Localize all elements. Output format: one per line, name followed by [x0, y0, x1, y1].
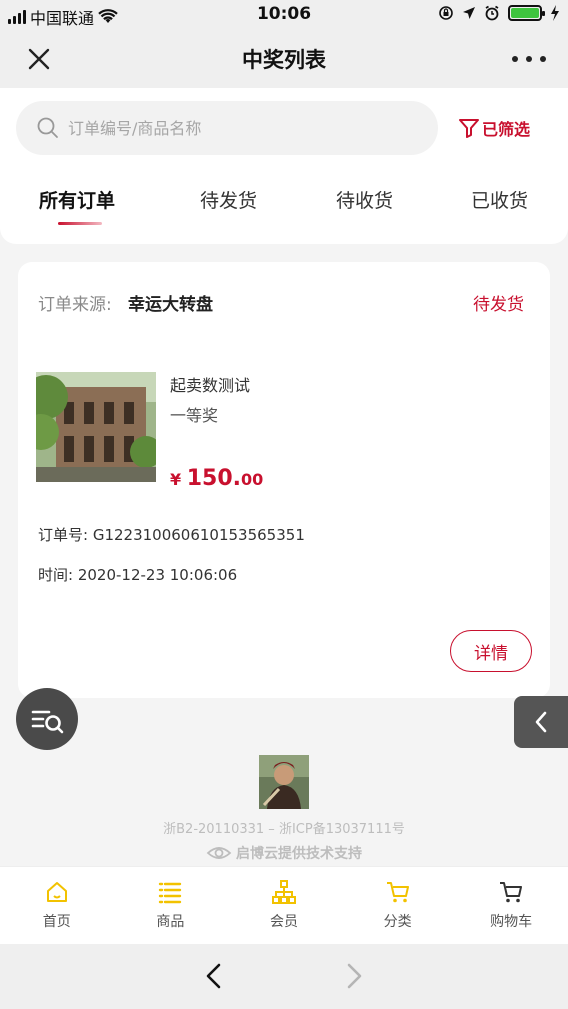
- order-status: 待发货: [473, 295, 524, 315]
- order-source-label: 订单来源:: [38, 295, 112, 315]
- tabbar-item-cart[interactable]: 购物车: [454, 867, 568, 944]
- filter-icon: [459, 119, 479, 138]
- status-bar: 中国联通 10:06: [0, 0, 568, 30]
- tabbar-label-products: 商品: [156, 914, 185, 930]
- page-title: 中奖列表: [242, 48, 326, 72]
- tabbar-label-member: 会员: [269, 914, 298, 930]
- tab-pending-receipt[interactable]: 待收货: [336, 186, 393, 213]
- home-icon: [46, 882, 67, 902]
- tabbar-label-category: 分类: [383, 914, 412, 930]
- tab-all-orders[interactable]: 所有订单: [39, 186, 115, 213]
- product-thumbnail[interactable]: [36, 372, 156, 482]
- cart-icon: [500, 882, 523, 903]
- product-price: ¥ 150.00: [170, 466, 263, 491]
- side-collapse-button[interactable]: [514, 696, 568, 748]
- tab-pending-shipment[interactable]: 待发货: [200, 186, 257, 213]
- prize-level: 一等奖: [170, 406, 219, 425]
- lock-rotation-icon: [439, 6, 453, 20]
- battery-icon: [508, 5, 545, 21]
- search-list-icon: [31, 710, 64, 734]
- location-icon: [463, 7, 475, 19]
- chevron-right-icon[interactable]: [336, 958, 372, 994]
- tech-support-text: 启博云提供技术支持: [236, 846, 362, 862]
- browser-nav-bar: [0, 944, 568, 1009]
- detail-button[interactable]: 详情: [450, 630, 532, 672]
- search-bar: [16, 101, 438, 155]
- tabbar-label-home: 首页: [42, 914, 71, 930]
- shop-avatar: [259, 755, 309, 809]
- tabbar-item-member[interactable]: 会员: [227, 867, 341, 944]
- price-currency: ¥: [170, 470, 182, 489]
- search-icon: [37, 117, 58, 138]
- tabbar-label-cart: 购物车: [490, 914, 533, 930]
- filter-button[interactable]: 已筛选: [458, 116, 530, 140]
- search-input[interactable]: [68, 109, 418, 147]
- order-card: 订单来源: 幸运大转盘 待发货 起卖数测试 一等奖 ¥ 150.00 订单号: …: [18, 262, 550, 698]
- cart-icon: [386, 882, 409, 903]
- alarm-icon: [485, 5, 499, 21]
- member-icon: [271, 880, 296, 904]
- tab-received[interactable]: 已收货: [471, 186, 528, 213]
- nav-bar: 中奖列表: [0, 30, 568, 88]
- icp-license: 浙B2-20110331 – 浙ICP备13037111号: [163, 822, 405, 837]
- tabbar-item-products[interactable]: 商品: [114, 867, 228, 944]
- active-tab-indicator: [58, 222, 102, 225]
- float-search-button[interactable]: [16, 688, 78, 750]
- order-time: 时间: 2020-12-23 10:06:06: [38, 566, 238, 584]
- charging-icon: [551, 5, 559, 21]
- tabbar-item-home[interactable]: 首页: [0, 867, 114, 944]
- list-icon: [159, 882, 182, 904]
- order-number: 订单号: G1223100606101535653​51: [38, 526, 305, 544]
- chevron-left-icon: [535, 711, 547, 733]
- search-tabs-card: 已筛选 所有订单 待发货 待收货 已收货: [0, 88, 568, 244]
- bottom-tab-bar: 首页 商品 会员 分类 购物车: [0, 866, 568, 944]
- status-right: [438, 5, 560, 21]
- price-integer: 150.: [186, 466, 241, 491]
- order-source-value: 幸运大转盘: [128, 295, 213, 315]
- filter-label: 已筛选: [482, 120, 531, 139]
- order-tabs: 所有订单 待发货 待收货 已收货: [0, 186, 568, 230]
- more-icon[interactable]: [512, 44, 546, 74]
- chevron-left-icon[interactable]: [196, 958, 232, 994]
- product-name: 起卖数测试: [170, 376, 251, 395]
- tech-support: 启博云提供技术支持: [0, 843, 568, 863]
- tabbar-item-category[interactable]: 分类: [341, 867, 455, 944]
- eye-icon: [206, 847, 232, 859]
- price-decimal: 00: [241, 470, 264, 489]
